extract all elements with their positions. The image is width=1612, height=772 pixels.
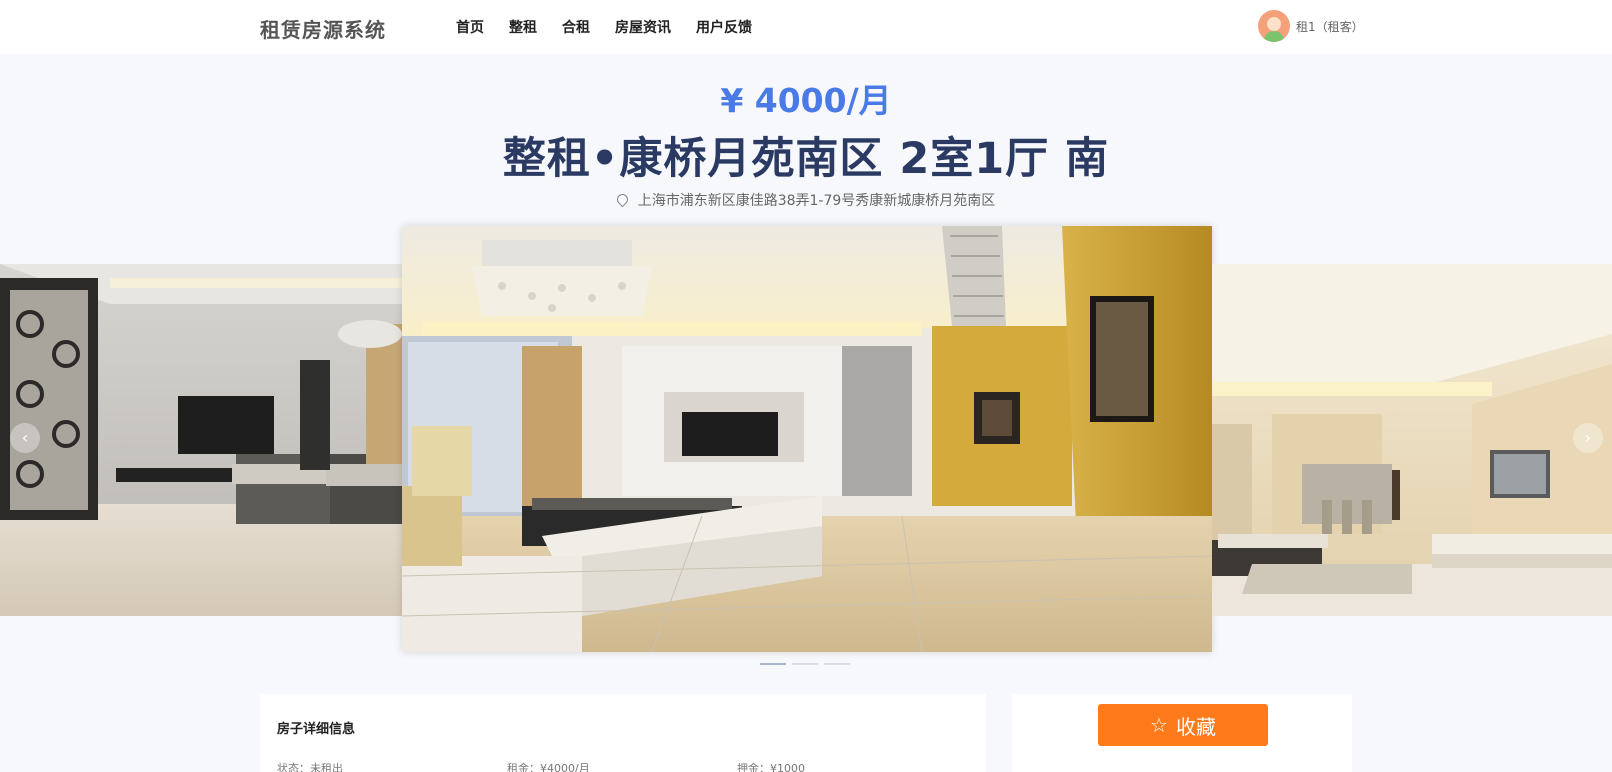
detail-rent: 租金：¥4000/月: [507, 762, 590, 772]
rent-price: ¥ 4000/月: [720, 81, 892, 120]
carousel-slide-prev[interactable]: [0, 264, 402, 616]
house-title: 整租•康桥月苑南区 2室1厅 南: [502, 134, 1110, 184]
star-icon: ☆: [1150, 713, 1168, 737]
carousel-indicators: [760, 663, 850, 665]
house-address: 上海市浦东新区康佳路38弄1-79号秀康新城康桥月苑南区: [0, 190, 1612, 210]
carousel-indicator-1[interactable]: [760, 663, 786, 665]
room-photo-prev: [0, 264, 402, 616]
user-menu[interactable]: 租1（租客）: [1258, 10, 1364, 42]
address-text: 上海市浦东新区康佳路38弄1-79号秀康新城康桥月苑南区: [637, 193, 996, 209]
carousel-next-button[interactable]: ›: [1573, 423, 1603, 453]
main-nav: 首页 整租 合租 房屋资讯 用户反馈: [456, 17, 752, 37]
avatar-body: [1264, 31, 1284, 42]
nav-item-feedback[interactable]: 用户反馈: [696, 17, 752, 37]
room-photo-next: [1212, 264, 1612, 616]
nav-item-shared-rent[interactable]: 合租: [562, 17, 590, 37]
avatar[interactable]: [1258, 10, 1290, 42]
user-name[interactable]: 租1（租客）: [1296, 18, 1364, 35]
top-navbar: 租赁房源系统 首页 整租 合租 房屋资讯 用户反馈 租1（租客）: [0, 0, 1612, 54]
photo-carousel: ‹ ›: [0, 226, 1612, 652]
detail-status: 状态：未租出: [277, 762, 343, 772]
carousel-prev-button[interactable]: ‹: [10, 423, 40, 453]
detail-deposit: 押金：¥1000: [737, 762, 805, 772]
carousel-slide-active[interactable]: [402, 226, 1212, 652]
nav-item-whole-rent[interactable]: 整租: [509, 17, 537, 37]
carousel-indicator-2[interactable]: [792, 663, 818, 665]
detail-title: 房子详细信息: [277, 722, 356, 737]
carousel-indicator-3[interactable]: [824, 663, 850, 665]
detail-row: 状态：未租出 租金：¥4000/月 押金：¥1000: [277, 760, 967, 772]
house-detail-panel: 房子详细信息 状态：未租出 租金：¥4000/月 押金：¥1000: [260, 694, 986, 772]
location-icon: [614, 191, 630, 208]
room-photo-main: [402, 226, 1212, 652]
favorite-button[interactable]: ☆ 收藏: [1098, 704, 1268, 746]
nav-item-news[interactable]: 房屋资讯: [615, 17, 671, 37]
site-brand[interactable]: 租赁房源系统: [260, 14, 386, 43]
avatar-face: [1267, 17, 1281, 31]
favorite-label: 收藏: [1175, 714, 1216, 739]
carousel-slide-next[interactable]: [1212, 264, 1612, 616]
nav-item-home[interactable]: 首页: [456, 17, 484, 37]
